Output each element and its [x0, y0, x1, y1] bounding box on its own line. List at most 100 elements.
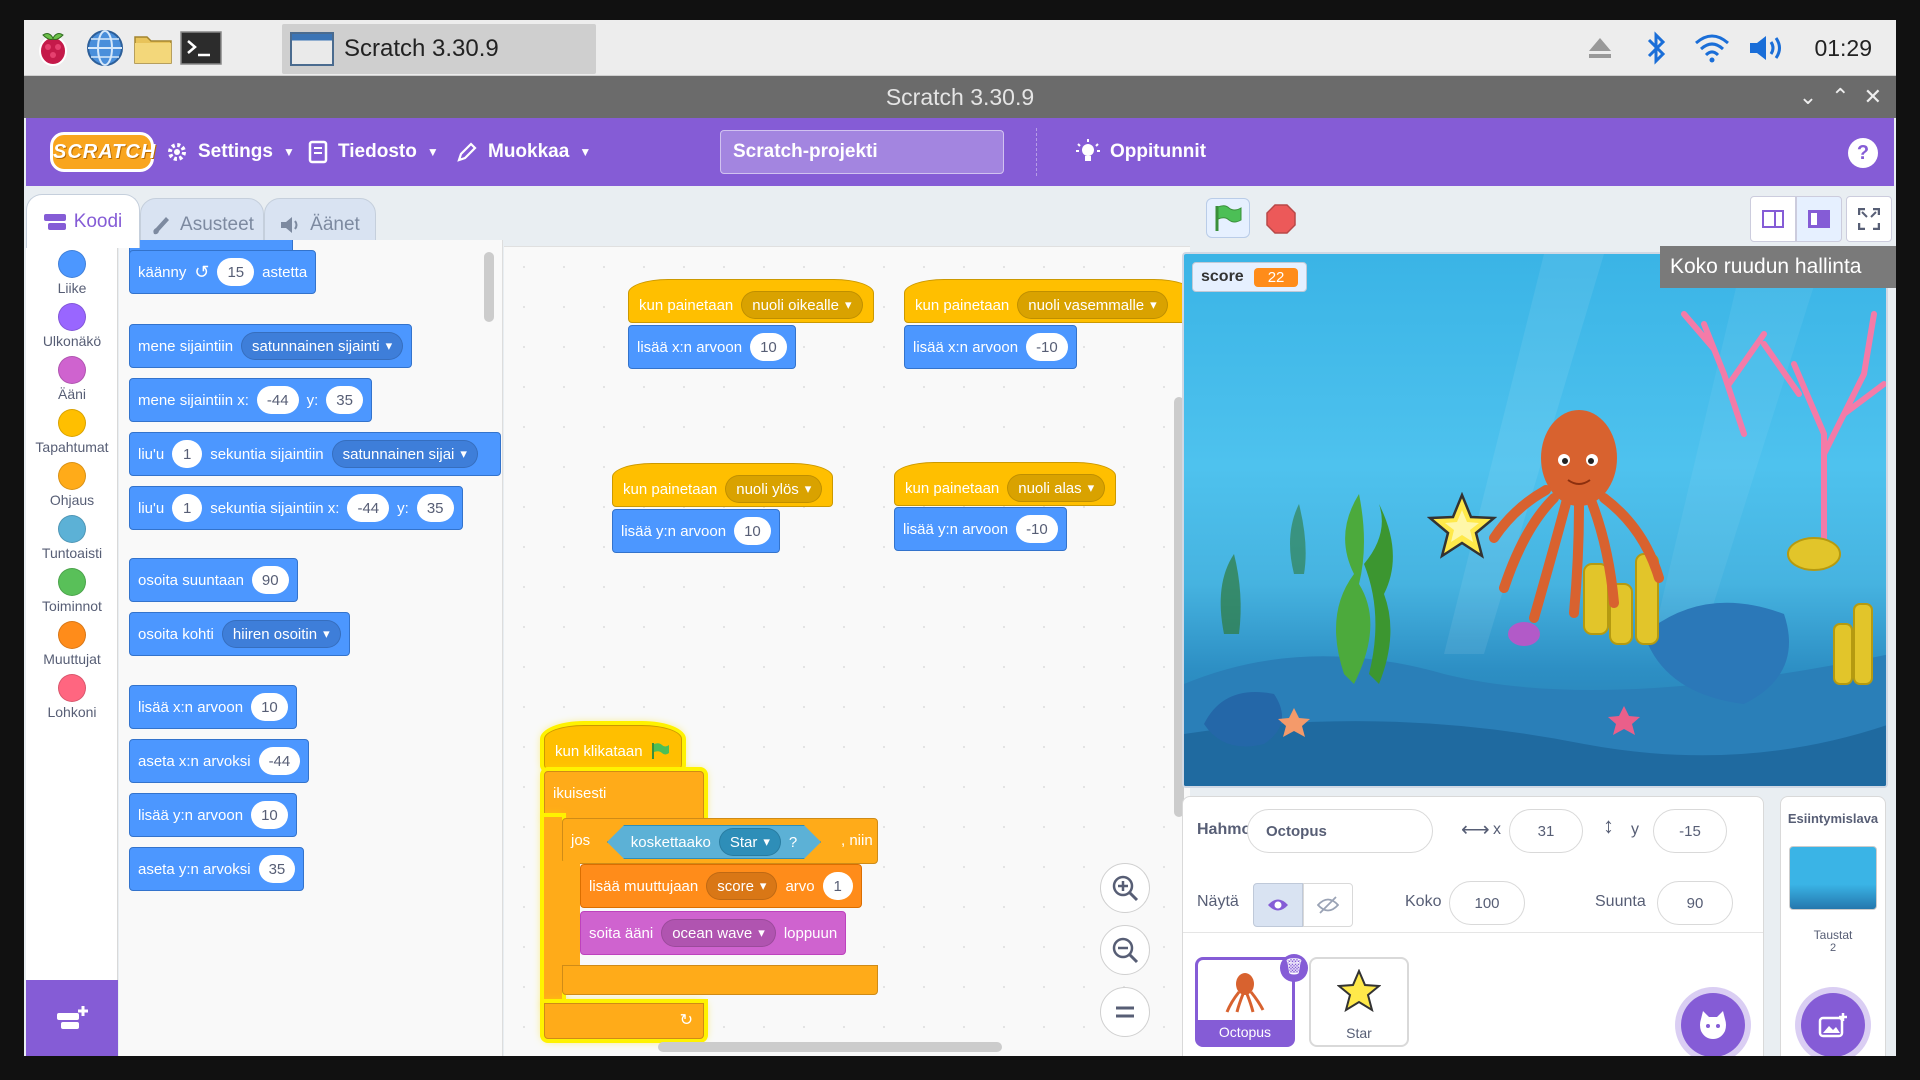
palette-block-turn[interactable]: käänny ↺ 15 astetta	[129, 250, 317, 294]
block-input[interactable]: -44	[258, 747, 301, 775]
edit-menu[interactable]: Muokkaa ▼	[456, 118, 591, 186]
palette-block-set-y[interactable]: aseta y:n arvoksi 35	[129, 847, 305, 891]
sprite-thumbnail-octopus[interactable]: 🗑 Octopus	[1195, 954, 1308, 1047]
stage[interactable]: score 22	[1182, 252, 1888, 788]
green-flag-button[interactable]	[1206, 198, 1250, 238]
block-dropdown[interactable]: satunnainen sijainti	[241, 332, 404, 360]
forever-block[interactable]: ikuisesti	[544, 771, 704, 819]
palette-block-goto-random[interactable]: mene sijaintiin satunnainen sijainti	[129, 324, 413, 368]
taskbar-scratch-window-button[interactable]: Scratch 3.30.9	[282, 24, 596, 74]
stage-target-pane[interactable]: Esiintymislava Taustat 2	[1780, 796, 1886, 1056]
block-input[interactable]: 90	[251, 566, 289, 594]
block-input[interactable]: 35	[326, 386, 363, 414]
block-input[interactable]: 35	[416, 494, 454, 522]
palette-block-change-y[interactable]: lisää y:n arvoon 10	[129, 793, 297, 837]
block-input[interactable]: 1	[172, 440, 203, 468]
block-input[interactable]: 10	[251, 801, 288, 829]
block-dropdown[interactable]: nuoli alas	[1007, 474, 1106, 502]
block-input[interactable]: 10	[734, 517, 771, 545]
block-change-y[interactable]: lisää y:n arvoon -10	[894, 507, 1067, 551]
scratch-logo[interactable]: SCRATCH	[50, 132, 155, 172]
bluetooth-icon[interactable]	[1628, 20, 1684, 76]
direction-field[interactable]: 90	[1657, 881, 1733, 925]
octopus-sprite[interactable]	[1484, 398, 1674, 628]
show-sprite-button[interactable]	[1253, 883, 1303, 927]
hat-block-green-flag[interactable]: kun klikataan	[544, 714, 682, 769]
palette-block-set-x[interactable]: aseta x:n arvoksi -44	[129, 739, 310, 783]
block-input[interactable]: 35	[258, 855, 296, 883]
stop-button[interactable]	[1266, 204, 1296, 234]
size-field[interactable]: 100	[1449, 881, 1525, 925]
hat-block-key-left[interactable]: kun painetaan nuoli vasemmalle	[904, 268, 1190, 323]
file-menu[interactable]: Tiedosto ▼	[308, 118, 439, 186]
block-change-x[interactable]: lisää x:n arvoon -10	[904, 325, 1077, 369]
block-dropdown[interactable]: nuoli oikealle	[741, 291, 863, 319]
zoom-reset-button[interactable]	[1100, 987, 1150, 1037]
hat-block-key-down[interactable]: kun painetaan nuoli alas	[894, 451, 1117, 506]
small-stage-button[interactable]	[1750, 196, 1796, 242]
block-dropdown[interactable]: satunnainen sijai	[331, 440, 478, 468]
palette-block-point-towards[interactable]: osoita kohti hiiren osoitin	[129, 612, 350, 656]
help-icon[interactable]: ?	[1848, 138, 1878, 168]
block-input[interactable]: 10	[750, 333, 787, 361]
block-change-x[interactable]: lisää x:n arvoon 10	[628, 325, 796, 369]
terminal-icon[interactable]	[178, 26, 224, 70]
block-dropdown[interactable]: Star	[718, 828, 781, 856]
add-backdrop-button[interactable]	[1801, 993, 1865, 1056]
palette-block-goto-xy[interactable]: mene sijaintiin x: -44 y: 35	[129, 378, 372, 422]
hat-block-key-right[interactable]: kun painetaan nuoli oikealle	[628, 268, 874, 323]
block-input[interactable]: 1	[822, 872, 853, 900]
project-title-input[interactable]: Scratch-projekti	[720, 130, 1004, 174]
browser-icon[interactable]	[82, 26, 128, 70]
palette-block-point-direction[interactable]: osoita suuntaan 90	[129, 558, 298, 602]
x-field[interactable]: 31	[1509, 809, 1583, 853]
file-manager-icon[interactable]	[130, 26, 176, 70]
maximize-icon[interactable]: ⌃	[1831, 76, 1849, 118]
palette-scrollbar[interactable]	[484, 252, 494, 322]
minimize-icon[interactable]: ⌄	[1799, 76, 1817, 118]
delete-sprite-icon[interactable]: 🗑	[1280, 954, 1308, 982]
y-field[interactable]: -15	[1653, 809, 1727, 853]
block-play-sound-until-done[interactable]: soita ääni ocean wave loppuun	[580, 911, 847, 955]
block-input[interactable]: -10	[1016, 515, 1058, 543]
block-dropdown[interactable]: nuoli ylös	[725, 475, 823, 503]
block-dropdown[interactable]: ocean wave	[661, 919, 776, 947]
block-input[interactable]: -10	[1026, 333, 1068, 361]
sprite-name-field[interactable]: Octopus	[1247, 809, 1433, 853]
stage-thumbnail[interactable]	[1789, 846, 1877, 910]
large-stage-button[interactable]	[1796, 196, 1842, 242]
tutorials-button[interactable]: Oppitunnit	[1076, 118, 1206, 186]
palette-block-glide-random[interactable]: liu'u 1 sekuntia sijaintiin satunnainen …	[129, 432, 501, 476]
wifi-icon[interactable]	[1684, 20, 1740, 76]
block-input[interactable]: -44	[256, 386, 299, 414]
block-input[interactable]: 1	[172, 494, 203, 522]
add-extension-button[interactable]	[26, 980, 118, 1056]
tab-code[interactable]: Koodi	[26, 194, 140, 248]
category-my-blocks[interactable]: Lohkoni	[26, 668, 118, 732]
volume-icon[interactable]	[1740, 20, 1796, 76]
close-icon[interactable]: ✕	[1864, 76, 1882, 118]
eject-icon[interactable]	[1572, 20, 1628, 76]
block-input[interactable]: -44	[347, 494, 390, 522]
zoom-out-button[interactable]	[1100, 925, 1150, 975]
block-input[interactable]: 15	[217, 258, 255, 286]
zoom-in-button[interactable]	[1100, 863, 1150, 913]
block-dropdown[interactable]: score	[706, 872, 778, 900]
touching-block[interactable]: koskettaako Star ?	[607, 825, 821, 859]
raspberry-menu-icon[interactable]	[30, 26, 76, 70]
settings-menu[interactable]: Settings ▼	[166, 118, 295, 186]
palette-block-glide-xy[interactable]: liu'u 1 sekuntia sijaintiin x: -44 y: 35	[129, 486, 463, 530]
variable-monitor-score[interactable]: score 22	[1192, 262, 1308, 292]
add-sprite-button[interactable]	[1681, 993, 1745, 1056]
hat-block-key-up[interactable]: kun painetaan nuoli ylös	[612, 452, 834, 507]
block-change-variable[interactable]: lisää muuttujaan score arvo 1	[580, 864, 862, 908]
workspace-horizontal-scrollbar[interactable]	[658, 1042, 1002, 1052]
palette-block-change-x[interactable]: lisää x:n arvoon 10	[129, 685, 297, 729]
fullscreen-button[interactable]	[1846, 196, 1892, 242]
hide-sprite-button[interactable]	[1303, 883, 1353, 927]
if-block[interactable]: jos koskettaako Star ? , niin	[562, 818, 878, 864]
sprite-thumbnail-star[interactable]: Star	[1309, 957, 1409, 1047]
block-change-y[interactable]: lisää y:n arvoon 10	[612, 509, 780, 553]
block-dropdown[interactable]: nuoli vasemmalle	[1017, 291, 1168, 319]
block-input[interactable]: 10	[251, 693, 288, 721]
